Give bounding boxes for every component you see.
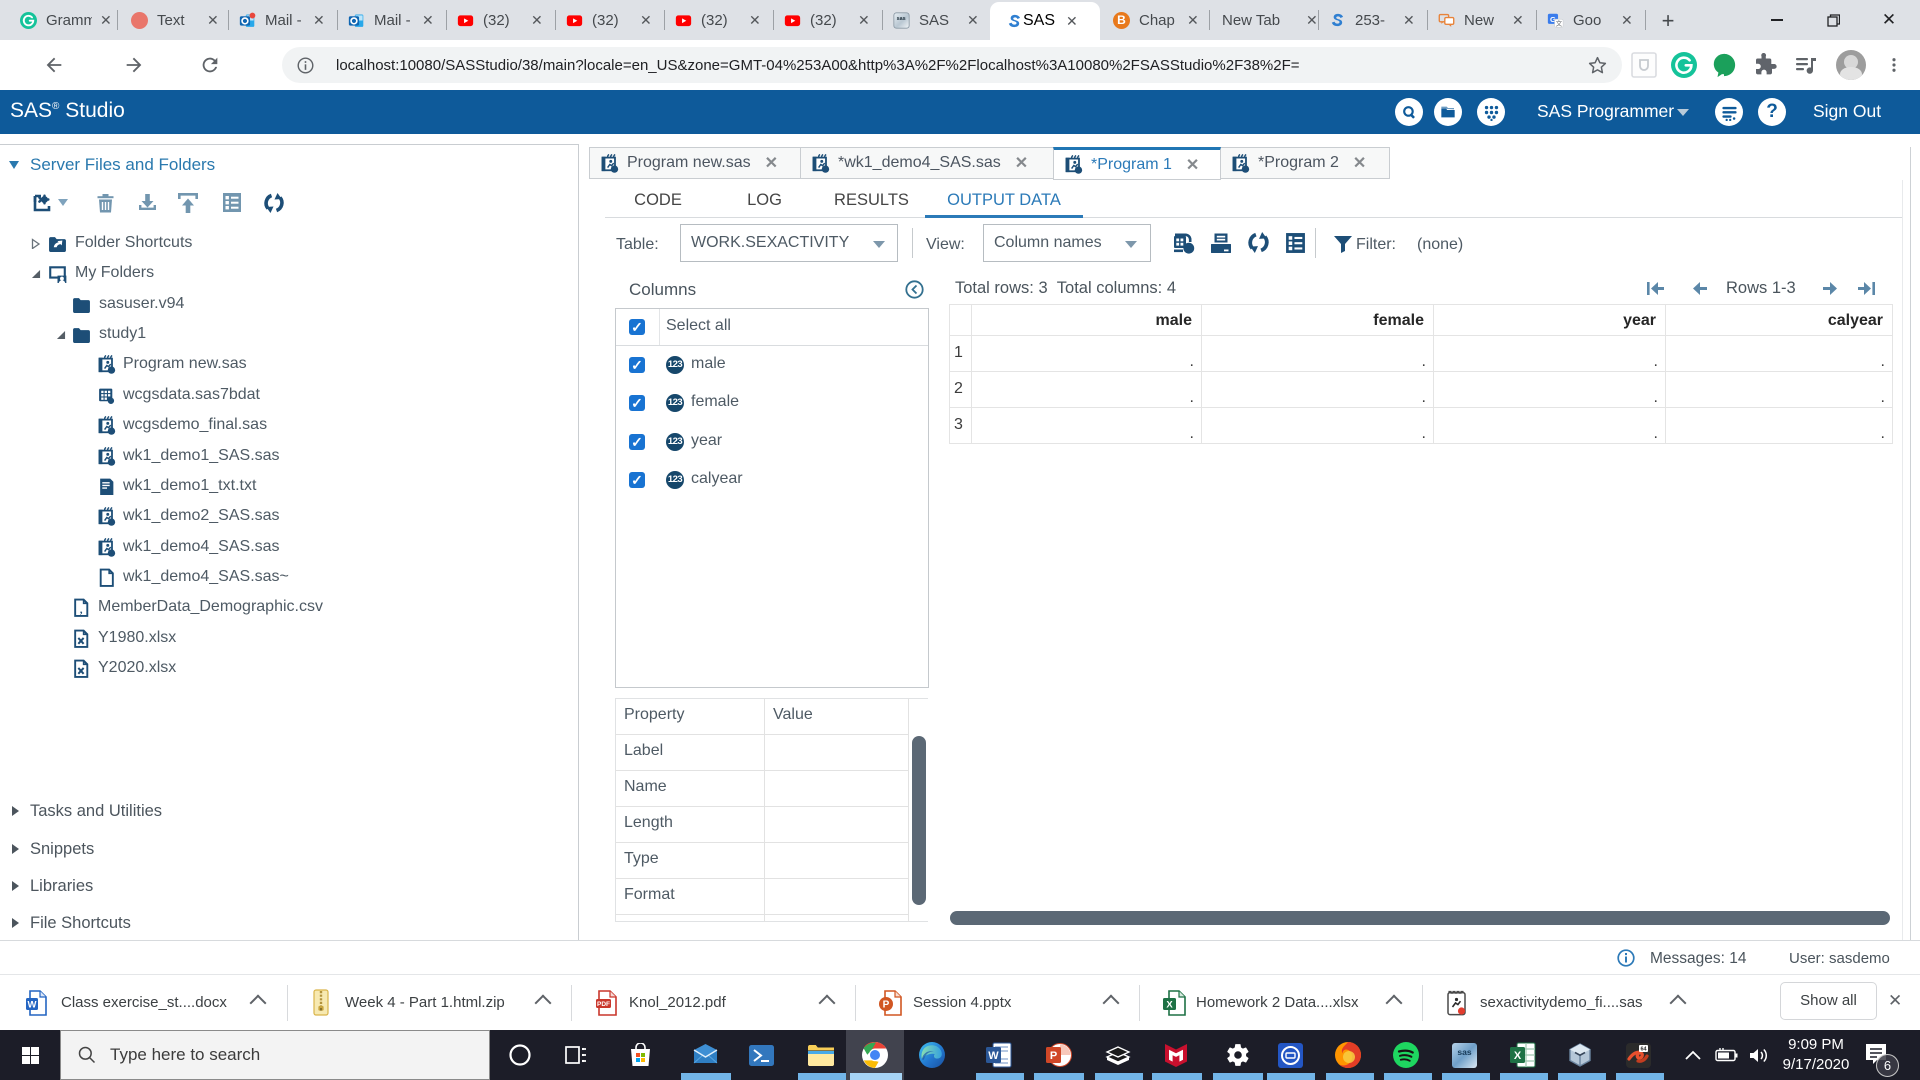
svg-text:W: W [988, 1050, 999, 1062]
svg-text:X: X [1513, 1050, 1521, 1062]
svg-text:64: 64 [1640, 1046, 1647, 1052]
svg-text:X: X [1166, 1000, 1173, 1011]
svg-text:P: P [1049, 1050, 1056, 1062]
svg-text:sas: sas [1457, 1047, 1471, 1057]
svg-text:P: P [883, 1000, 890, 1011]
svg-text:文: 文 [1556, 18, 1563, 27]
svg-text:PDF: PDF [597, 1001, 610, 1008]
svg-text:W: W [28, 1000, 37, 1011]
svg-text:sas: sas [897, 15, 906, 21]
